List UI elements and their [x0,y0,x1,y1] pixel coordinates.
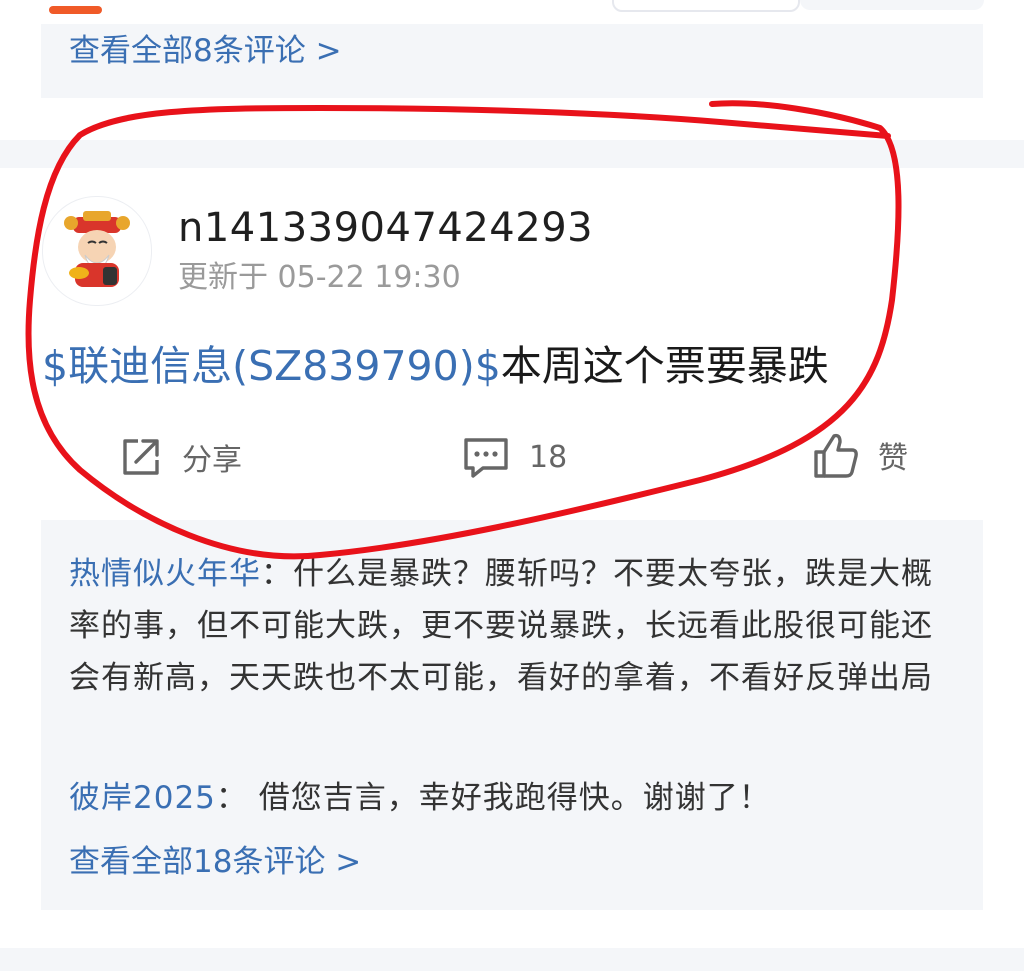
post-timestamp: 更新于 05-22 19:30 [178,260,461,295]
comment-icon [464,438,508,478]
like-label: 赞 [878,441,908,476]
comment-author[interactable]: 彼岸2025 [69,780,216,816]
avatar[interactable] [42,196,152,306]
like-button[interactable]: 赞 [812,427,908,483]
previous-view-all-comments-link[interactable]: 查看全部8条评论 > [69,28,342,74]
post-author-name[interactable]: n141339047424293 [178,204,593,252]
share-button[interactable]: 分享 [118,432,242,482]
comment-author[interactable]: 热情似火年华 [69,556,261,592]
top-pill-button[interactable] [612,0,800,12]
comment-separator: ： [215,780,259,816]
view-all-comments-link[interactable]: 查看全部18条评论 > [69,838,361,886]
comment-count: 18 [529,439,568,475]
active-tab-indicator [49,6,102,14]
share-icon [123,439,159,475]
post-separator [0,948,1024,971]
share-label: 分享 [182,443,242,478]
post-separator [0,140,1024,168]
post-content[interactable]: $联迪信息(SZ839790)$本周这个票要暴跌 [42,336,829,396]
comment-separator: ： [261,556,293,592]
comment-text: 借您吉言，幸好我跑得快。谢谢了！ [258,780,771,816]
thumbs-up-icon [814,433,858,478]
caishen-avatar-icon [64,211,130,287]
top-pill-bg [800,0,984,10]
comment-item[interactable]: 彼岸2025： 借您吉言，幸好我跑得快。谢谢了！ [69,772,949,824]
stock-tag-link[interactable]: $联迪信息(SZ839790)$ [42,342,501,390]
comment-button[interactable]: 18 [461,432,567,482]
post-body-text: 本周这个票要暴跌 [500,342,829,390]
comment-item[interactable]: 热情似火年华：什么是暴跌？腰斩吗？不要太夸张，跌是大概率的事，但不可能大跌，更不… [69,548,949,704]
